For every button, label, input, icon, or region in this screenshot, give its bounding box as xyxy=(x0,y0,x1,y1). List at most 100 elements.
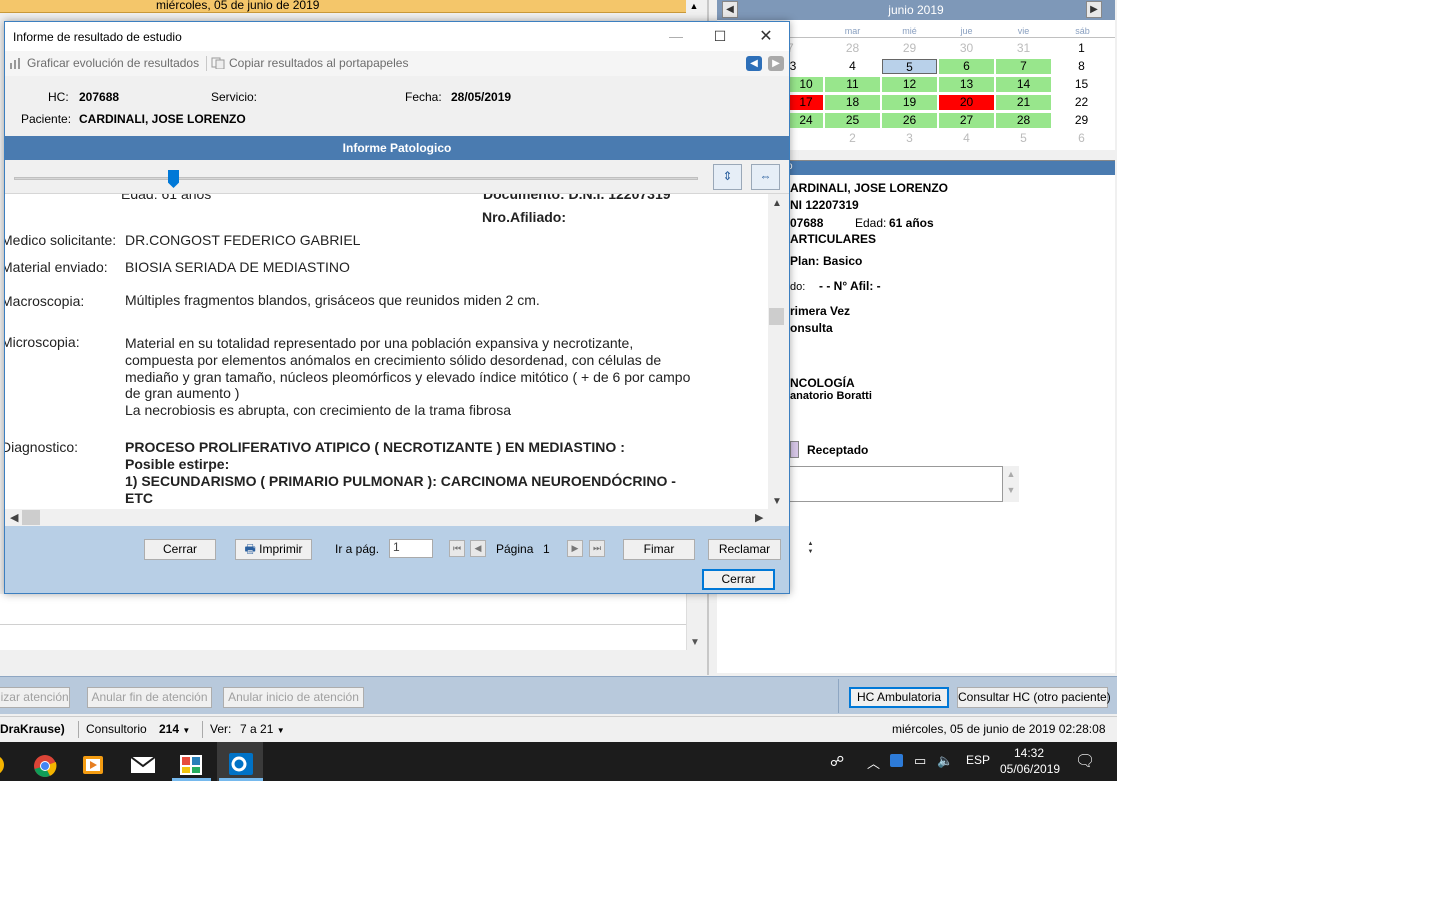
patient-afil-prefix: do: xyxy=(790,281,806,293)
chrome-icon[interactable] xyxy=(30,747,60,777)
scroll-right-icon[interactable]: ▶ xyxy=(755,511,763,524)
calendar-day[interactable]: 3 xyxy=(789,59,797,74)
app-window-icon[interactable] xyxy=(176,747,206,777)
graph-results-button[interactable]: Graficar evolución de resultados xyxy=(9,56,199,70)
people-icon[interactable]: ☍ xyxy=(830,753,844,770)
first-page-icon[interactable]: ⏮ xyxy=(449,540,465,557)
calendar-day[interactable]: 24 xyxy=(789,113,823,128)
calendar-day[interactable]: 2 xyxy=(825,131,880,146)
fit-width-icon[interactable]: ⇔ xyxy=(751,164,780,190)
last-page-icon[interactable]: ⏭ xyxy=(589,540,605,557)
copy-results-button[interactable]: Copiar resultados al portapapeles xyxy=(211,56,408,70)
cerrar-report-button[interactable]: Cerrar xyxy=(144,539,216,560)
close-icon[interactable]: ✕ xyxy=(743,22,789,51)
report-viewer-toolbar: ⇕ ⇔ xyxy=(5,160,789,194)
scroll-down-icon[interactable]: ▼ xyxy=(772,496,782,507)
notifications-icon[interactable]: 🗨 xyxy=(1075,751,1095,771)
page-number-input[interactable]: 1 ▲ ▼ xyxy=(389,539,813,558)
zoom-slider-thumb[interactable] xyxy=(168,170,179,188)
calendar-day[interactable]: 28 xyxy=(996,113,1051,128)
report-age: Edad: 61 años xyxy=(121,194,212,202)
volume-icon[interactable]: 🔈 xyxy=(937,753,953,769)
tray-app-icon[interactable] xyxy=(890,754,903,767)
ver-dropdown[interactable]: 7 a 21 ▼ xyxy=(240,717,285,743)
anular-fin-button[interactable]: Anular fin de atención xyxy=(87,687,212,708)
network-icon[interactable]: ▭ xyxy=(914,753,926,769)
calendar-day[interactable]: 22 xyxy=(1054,95,1109,110)
calendar-day[interactable]: 10 xyxy=(789,77,823,92)
next-arrow-icon[interactable]: ▶ xyxy=(768,56,784,71)
cerrar-dialog-button[interactable]: Cerrar xyxy=(702,569,775,590)
scrollbar-thumb[interactable] xyxy=(22,510,40,525)
calendar-day[interactable]: 4 xyxy=(939,131,994,146)
calendar-day[interactable]: 31 xyxy=(996,41,1051,56)
media-player-icon[interactable] xyxy=(78,747,108,777)
scroll-up-icon[interactable]: ▲ xyxy=(686,0,702,13)
toolbar-separator xyxy=(206,56,207,71)
calendar-day[interactable]: 27 xyxy=(939,113,994,128)
calendar-day[interactable]: 5 xyxy=(996,131,1051,146)
anular-inicio-button[interactable]: Anular inicio de atención xyxy=(223,687,364,708)
mail-icon[interactable] xyxy=(128,747,158,777)
page-spinner[interactable]: ▲ ▼ xyxy=(804,540,817,557)
finalizar-atencion-button[interactable]: alizar atención xyxy=(0,687,70,708)
calendar-day[interactable]: 26 xyxy=(882,113,937,128)
taskbar-clock[interactable]: 14:32 05/06/2019 xyxy=(1000,745,1060,777)
calendar-day[interactable]: 15 xyxy=(1054,77,1109,92)
calendar-day[interactable]: 20 xyxy=(939,95,994,110)
calendar-next-button[interactable]: ▶ xyxy=(1086,1,1102,18)
notes-scrollbar[interactable]: ▲ ▼ xyxy=(1003,466,1019,502)
scroll-left-icon[interactable]: ◀ xyxy=(10,511,18,524)
scroll-up-icon[interactable]: ▲ xyxy=(772,198,782,209)
calendar-day[interactable]: 18 xyxy=(825,95,880,110)
calendar-day[interactable]: 25 xyxy=(825,113,880,128)
imprimir-button[interactable]: 🖶 Imprimir xyxy=(235,539,312,560)
report-horizontal-scrollbar[interactable]: ◀ ▶ xyxy=(5,509,772,526)
page-number-value: 1 xyxy=(393,540,400,554)
macroscopia-label: Macroscopia: xyxy=(5,293,85,309)
chevron-up-icon[interactable]: ︿ xyxy=(867,753,880,772)
scroll-down-icon[interactable]: ▼ xyxy=(690,637,700,648)
calendar-day[interactable]: 6 xyxy=(1054,131,1109,146)
maximize-icon[interactable]: ☐ xyxy=(697,22,743,51)
calendar-day[interactable]: 8 xyxy=(1054,59,1109,74)
reclamar-button[interactable]: Reclamar xyxy=(708,539,781,560)
consultar-hc-button[interactable]: Consultar HC (otro paciente) xyxy=(957,687,1111,708)
calendar-day[interactable]: 1 xyxy=(1054,41,1109,56)
app-icon-partial[interactable] xyxy=(0,747,8,777)
calendar-day-selected[interactable]: 5 xyxy=(882,59,937,74)
calendar-day[interactable]: 13 xyxy=(939,77,994,92)
left-list-scrollbar[interactable]: ▼ xyxy=(686,594,702,650)
outlook-icon[interactable] xyxy=(226,747,256,777)
calendar-day[interactable]: 4 xyxy=(825,59,880,74)
language-indicator[interactable]: ESP xyxy=(966,753,990,767)
calendar-day[interactable]: 11 xyxy=(825,77,880,92)
zoom-slider[interactable] xyxy=(14,177,698,180)
firmar-button[interactable]: Fimar xyxy=(623,539,695,560)
calendar-day[interactable]: 29 xyxy=(1054,113,1109,128)
consultorio-dropdown[interactable]: 214 ▼ xyxy=(159,717,190,743)
report-vertical-scrollbar[interactable]: ▲ ▼ xyxy=(768,194,785,509)
fit-page-icon[interactable]: ⇕ xyxy=(713,164,742,190)
calendar-day[interactable]: 19 xyxy=(882,95,937,110)
next-page-icon[interactable]: ▶ xyxy=(567,540,583,557)
calendar-day[interactable]: 6 xyxy=(939,59,994,74)
minimize-icon[interactable]: — xyxy=(653,22,699,51)
calendar-day[interactable]: 7 xyxy=(996,59,1051,74)
calendar-prev-button[interactable]: ◀ xyxy=(722,1,738,18)
calendar-day[interactable]: 12 xyxy=(882,77,937,92)
scrollbar-thumb[interactable] xyxy=(769,308,784,325)
notes-textarea[interactable] xyxy=(788,466,1003,502)
calendar-day[interactable]: 28 xyxy=(825,41,880,56)
calendar-day[interactable]: 14 xyxy=(996,77,1051,92)
previous-page-icon[interactable]: ◀ xyxy=(470,540,486,557)
calendar-day[interactable]: 29 xyxy=(882,41,937,56)
calendar-day[interactable]: 21 xyxy=(996,95,1051,110)
weekday: vie xyxy=(1017,26,1030,36)
hc-ambulatoria-button[interactable]: HC Ambulatoria xyxy=(849,687,949,708)
calendar-day[interactable]: 17 xyxy=(789,95,823,110)
previous-arrow-icon[interactable]: ◀ xyxy=(746,56,762,71)
calendar-day[interactable]: 30 xyxy=(939,41,994,56)
calendar-day[interactable]: 3 xyxy=(882,131,937,146)
weekday: mar xyxy=(844,26,861,36)
